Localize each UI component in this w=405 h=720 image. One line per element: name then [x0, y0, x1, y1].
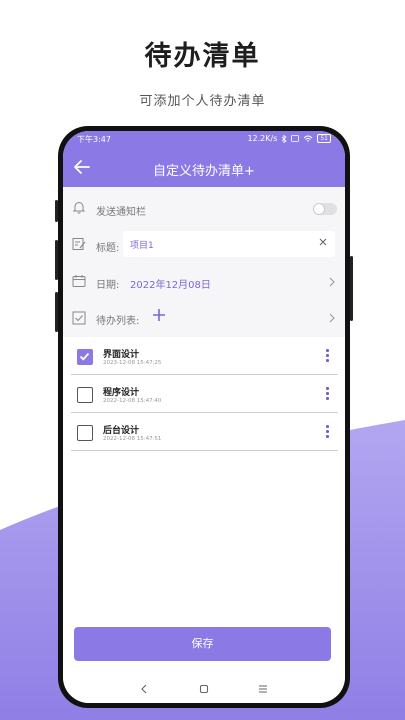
todo-checkbox[interactable]	[77, 349, 93, 365]
todo-name: 后台设计	[103, 426, 140, 436]
promo-title: 待办清单	[144, 41, 261, 72]
wifi-icon	[304, 135, 313, 142]
notify-toggle[interactable]	[313, 203, 337, 215]
todo-time: 2023-12-08 15:47:25	[103, 360, 162, 366]
nav-back-icon[interactable]	[137, 683, 151, 695]
toggle-knob	[313, 203, 325, 215]
more-vertical-icon[interactable]	[324, 386, 330, 402]
app-bar: 下午3:47 12.2K/s 51 自定义待办清单+	[63, 131, 345, 187]
edit-icon	[72, 238, 86, 250]
bell-icon	[72, 202, 86, 214]
todo-item[interactable]: 程序设计 2022-12-08 15:47:40	[71, 376, 338, 413]
status-time: 下午3:47	[77, 135, 111, 144]
title-field[interactable]	[123, 231, 335, 257]
more-vertical-icon[interactable]	[324, 348, 330, 364]
todo-time: 2022-12-08 15:47:40	[103, 398, 162, 404]
sim-icon	[291, 135, 300, 142]
title-input[interactable]	[123, 231, 303, 257]
date-label: 日期:	[96, 280, 120, 291]
bluetooth-icon	[282, 134, 287, 143]
status-indicators: 12.2K/s 51	[247, 134, 331, 143]
todo-checkbox[interactable]	[77, 387, 93, 403]
add-todo-button[interactable]	[151, 307, 167, 323]
nav-menu-icon[interactable]	[256, 683, 270, 695]
checklist-icon	[72, 311, 86, 325]
battery-icon: 51	[317, 134, 331, 143]
notify-label: 发送通知栏	[96, 207, 146, 218]
todo-time: 2022-12-08 15:47:51	[103, 436, 162, 442]
more-vertical-icon[interactable]	[324, 424, 330, 440]
chevron-right-icon[interactable]	[327, 312, 337, 324]
todo-item[interactable]: 界面设计 2023-12-08 15:47:25	[71, 338, 338, 375]
todo-checkbox[interactable]	[77, 425, 93, 441]
todo-name: 界面设计	[103, 350, 140, 360]
date-value[interactable]: 2022年12月08日	[130, 276, 211, 291]
plus-icon	[153, 309, 165, 321]
status-bar: 下午3:47 12.2K/s 51	[63, 134, 345, 148]
title-label: 标题:	[96, 243, 120, 254]
save-button[interactable]: 保存	[74, 627, 331, 661]
todo-list-label: 待办列表:	[96, 316, 140, 327]
system-nav-bar	[63, 675, 345, 703]
network-speed: 12.2K/s	[247, 134, 278, 143]
nav-home-icon[interactable]	[197, 683, 211, 695]
calendar-icon	[72, 275, 86, 287]
close-icon	[319, 238, 327, 246]
page-title: 自定义待办清单+	[153, 164, 255, 179]
chevron-right-icon[interactable]	[327, 276, 337, 288]
check-icon	[79, 352, 90, 361]
promo-subtitle: 可添加个人待办清单	[139, 94, 266, 109]
phone-screen: 下午3:47 12.2K/s 51 自定义待办清单+ 发送通知栏 标题: 项目1…	[63, 131, 345, 703]
clear-title-button[interactable]	[317, 237, 329, 251]
todo-item[interactable]: 后台设计 2022-12-08 15:47:51	[71, 414, 338, 451]
phone-side-button-right	[350, 256, 353, 321]
todo-name: 程序设计	[103, 388, 140, 398]
